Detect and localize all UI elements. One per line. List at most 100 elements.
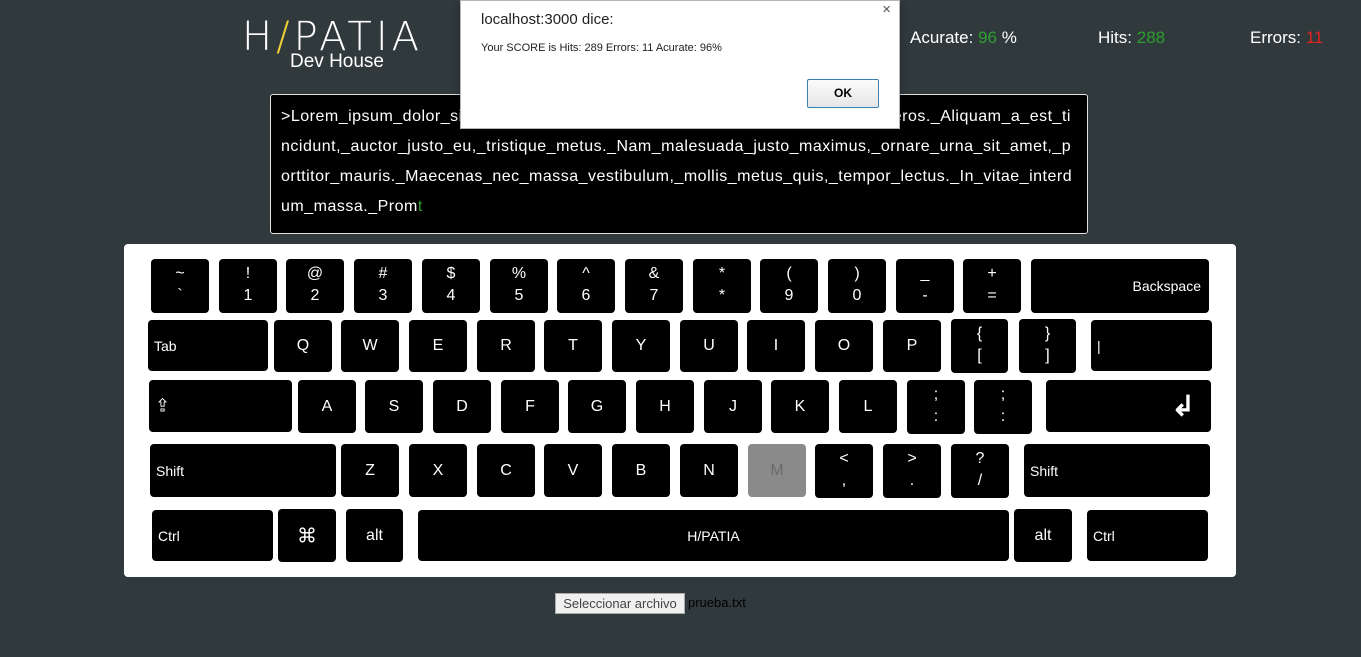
key-9[interactable]: (9 [760, 259, 818, 313]
key-label: M [770, 461, 784, 479]
current-char: t [417, 198, 423, 215]
key-6[interactable]: ^ 6 [557, 259, 615, 313]
key-slash[interactable]: ? / [951, 444, 1009, 498]
key-space[interactable]: H/PATIA [418, 510, 1009, 561]
key-shift-label: # [378, 265, 388, 282]
key-r[interactable]: R [477, 320, 535, 372]
key-w[interactable]: W [341, 320, 399, 372]
key-alt-right[interactable]: alt [1014, 509, 1072, 562]
logo-subtitle: Dev House [290, 51, 384, 72]
key-label: Q [296, 337, 310, 354]
key-shift-label: ? [975, 450, 985, 467]
key-v[interactable]: V [544, 444, 602, 497]
key-q[interactable]: Q [274, 320, 332, 372]
key-shift-label: ! [245, 265, 251, 282]
key-base-label: 9 [784, 287, 794, 304]
key-f[interactable]: F [501, 380, 559, 433]
key-label: X [432, 461, 444, 479]
key-caps-lock[interactable]: ⇪ [149, 380, 292, 432]
key-shift-right[interactable]: Shift [1024, 444, 1210, 497]
key-base-label: 3 [378, 287, 388, 304]
key-h[interactable]: H [636, 380, 694, 433]
close-icon[interactable]: × [882, 1, 891, 18]
key-shift-label: ; [1000, 386, 1006, 403]
key-shift-label: ; [933, 386, 939, 403]
key-i[interactable]: I [747, 320, 805, 372]
key-semicolon[interactable]: ;: [907, 380, 965, 434]
key-k[interactable]: K [771, 380, 829, 433]
key-a[interactable]: A [298, 380, 356, 433]
key-t[interactable]: T [544, 320, 602, 372]
key-=[interactable]: + = [963, 259, 1021, 313]
key-ctrl-left[interactable]: Ctrl [152, 510, 273, 561]
key-base-label: = [987, 287, 997, 304]
key-quote[interactable]: ;: [974, 380, 1032, 434]
key-command[interactable]: ⌘ [278, 509, 336, 562]
key-label: R [500, 337, 512, 354]
key-label: I [773, 337, 779, 354]
key-base-label: * [718, 287, 726, 304]
key-*[interactable]: * * [693, 259, 751, 313]
key-label: O [837, 337, 851, 354]
key-s[interactable]: S [365, 380, 423, 433]
key-label: C [500, 461, 512, 479]
key-n[interactable]: N [680, 444, 738, 497]
key--[interactable]: _ - [896, 259, 954, 313]
command-icon: ⌘ [297, 525, 317, 547]
key-base-label: ` [177, 287, 183, 304]
key-shift-left[interactable]: Shift [150, 444, 336, 497]
key-`[interactable]: ~ ` [151, 259, 209, 313]
key-z[interactable]: Z [341, 444, 399, 497]
key-label: G [590, 397, 604, 415]
key-base-label: 0 [852, 287, 862, 304]
key-o[interactable]: O [815, 320, 873, 372]
ok-button[interactable]: OK [807, 79, 879, 108]
dialog-message: Your SCORE is Hits: 289 Errors: 11 Acura… [481, 42, 722, 54]
choose-file-button[interactable]: Seleccionar archivo [555, 593, 685, 614]
key-label: T [568, 337, 578, 354]
enter-icon: ↲ [1171, 390, 1195, 422]
key-0[interactable]: ) 0 [828, 259, 886, 313]
key-x[interactable]: X [409, 444, 467, 497]
key-period[interactable]: >. [883, 444, 941, 498]
key-backspace[interactable]: Backspace [1031, 259, 1209, 313]
key-b[interactable]: B [612, 444, 670, 497]
key-base-label: / [977, 472, 983, 489]
key-shift-label: _ [920, 265, 930, 282]
key-label: K [794, 397, 806, 415]
key-j[interactable]: J [704, 380, 762, 433]
key-2[interactable]: @2 [286, 259, 344, 313]
key-comma[interactable]: <, [815, 444, 873, 498]
key-shift-label: % [511, 265, 527, 282]
key-enter[interactable]: ↲ [1046, 380, 1211, 432]
key-c[interactable]: C [477, 444, 535, 497]
key-label: F [525, 397, 535, 415]
key-4[interactable]: $4 [422, 259, 480, 313]
key-tab[interactable]: Tab [148, 320, 268, 371]
key-d[interactable]: D [433, 380, 491, 433]
key-u[interactable]: U [680, 320, 738, 372]
key-alt-left[interactable]: alt [346, 509, 403, 562]
key-label: W [362, 337, 378, 354]
key-label: L [863, 397, 873, 415]
key-y[interactable]: Y [612, 320, 670, 372]
key-g[interactable]: G [568, 380, 626, 433]
key-label: Z [365, 461, 375, 479]
key-3[interactable]: #3 [354, 259, 412, 313]
errors-stat: Errors: 11 [1250, 28, 1324, 47]
key-5[interactable]: % 5 [490, 259, 548, 313]
key-l[interactable]: L [839, 380, 897, 433]
key-ctrl-right[interactable]: Ctrl [1087, 510, 1208, 561]
key-7[interactable]: & 7 [625, 259, 683, 313]
key-p[interactable]: P [883, 320, 941, 372]
key-m[interactable]: M [748, 444, 806, 497]
key-shift-label: * [718, 265, 726, 282]
key-e[interactable]: E [409, 320, 467, 372]
key-1[interactable]: ! 1 [219, 259, 277, 313]
key-bracket-left[interactable]: {[ [951, 319, 1008, 373]
key-bracket-right[interactable]: }] [1019, 319, 1076, 373]
key-label: A [321, 397, 333, 415]
key-pipe[interactable]: | [1091, 320, 1212, 371]
key-label: Y [635, 337, 647, 354]
key-base-label: : [1000, 408, 1006, 425]
